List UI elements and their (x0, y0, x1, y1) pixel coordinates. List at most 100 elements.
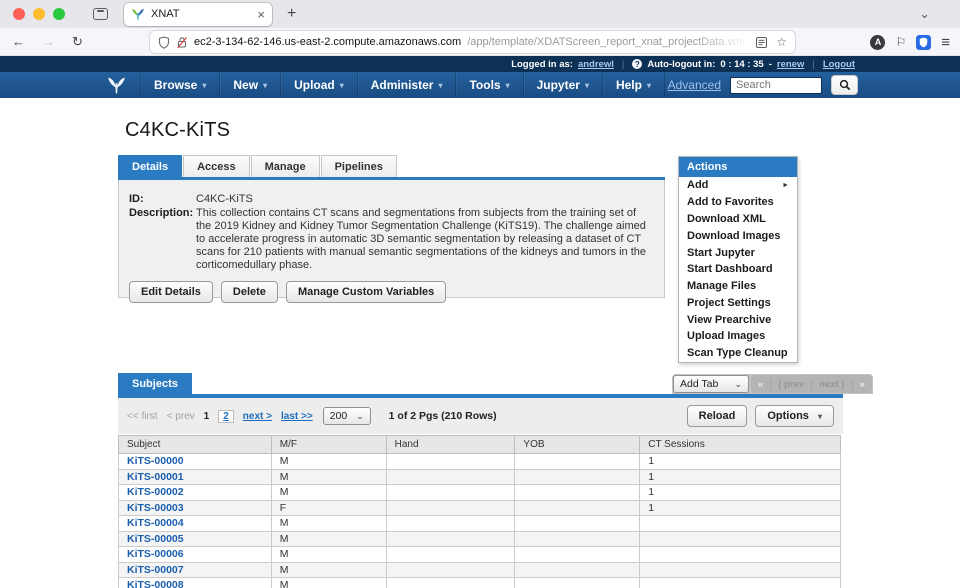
bitwarden-shield-icon[interactable] (916, 35, 931, 50)
action-manage-files[interactable]: Manage Files (679, 278, 797, 295)
edit-details-button[interactable]: Edit Details (129, 281, 213, 303)
minimize-window-icon[interactable] (33, 8, 45, 20)
caret-down-icon: ▾ (263, 81, 267, 90)
tab-pager-last[interactable]: » (853, 379, 872, 390)
menu-upload[interactable]: Upload▾ (281, 72, 358, 98)
insecure-lock-icon[interactable] (176, 36, 188, 49)
menu-jupyter[interactable]: Jupyter▾ (524, 72, 603, 98)
add-tab-select[interactable]: Add Tab ⌄ (673, 375, 749, 393)
table-row: KiTS-00000 M 1 (119, 454, 841, 470)
table-row: KiTS-00008 M (119, 578, 841, 588)
tab-details[interactable]: Details (118, 155, 182, 177)
action-add-to-favorites[interactable]: Add to Favorites (679, 194, 797, 211)
table-row: KiTS-00005 M (119, 531, 841, 547)
col-yob[interactable]: YOB (515, 436, 640, 454)
divider: | (812, 59, 814, 70)
caret-down-icon: ▾ (202, 81, 206, 90)
renew-link[interactable]: renew (777, 59, 804, 70)
new-tab-icon[interactable]: + (287, 5, 296, 23)
action-start-dashboard[interactable]: Start Dashboard (679, 261, 797, 278)
logout-link[interactable]: Logout (823, 59, 855, 70)
menu-tools[interactable]: Tools▾ (456, 72, 523, 98)
pager-page-2[interactable]: 2 (223, 411, 229, 422)
tab-pager-prev: ( prev (771, 379, 812, 390)
pager-next[interactable]: next > (243, 411, 272, 422)
subject-link[interactable]: KiTS-00008 (127, 579, 184, 588)
page-reload-icon[interactable]: ↻ (72, 34, 83, 50)
action-scan-type-cleanup[interactable]: Scan Type Cleanup (679, 345, 797, 362)
action-add[interactable]: Add ► (679, 177, 797, 194)
maximize-window-icon[interactable] (53, 8, 65, 20)
subject-link[interactable]: KiTS-00001 (127, 471, 184, 483)
tab-access[interactable]: Access (183, 155, 250, 177)
close-tab-icon[interactable]: × (257, 8, 265, 21)
table-row: KiTS-00006 M (119, 547, 841, 563)
help-question-icon[interactable]: ? (632, 59, 642, 69)
tab-manage[interactable]: Manage (251, 155, 320, 177)
project-tabs: Details Access Manage Pipelines (118, 155, 398, 177)
login-status-bar: Logged in as: andrewl | ? Auto-logout in… (0, 56, 960, 72)
col-mf[interactable]: M/F (271, 436, 386, 454)
extension-a-icon[interactable]: A (870, 35, 885, 50)
bookmark-star-icon[interactable]: ☆ (776, 35, 787, 49)
tab-pipelines[interactable]: Pipelines (321, 155, 397, 177)
tab-pager-first[interactable]: « (751, 379, 771, 390)
tab-overview-icon[interactable] (93, 8, 108, 20)
menu-hamburger-icon[interactable]: ≡ (941, 34, 950, 51)
subject-link[interactable]: KiTS-00006 (127, 548, 184, 560)
delete-button[interactable]: Delete (221, 281, 278, 303)
xnat-logo-icon[interactable] (106, 75, 127, 95)
subject-link[interactable]: KiTS-00000 (127, 455, 184, 467)
search-input[interactable] (730, 77, 822, 94)
subject-link[interactable]: KiTS-00007 (127, 564, 184, 576)
caret-down-icon: ▾ (438, 81, 442, 90)
search-button[interactable] (831, 75, 858, 95)
back-icon[interactable]: ← (12, 34, 25, 50)
username-link[interactable]: andrewl (578, 59, 614, 70)
browser-tab[interactable]: XNAT × (124, 3, 272, 26)
subject-link[interactable]: KiTS-00002 (127, 486, 184, 498)
pagination-summary: 1 of 2 Pgs (210 Rows) (389, 410, 497, 422)
col-ct-sessions[interactable]: CT Sessions (640, 436, 841, 454)
subject-link[interactable]: KiTS-00005 (127, 533, 184, 545)
description-value: This collection contains CT scans and se… (196, 207, 648, 272)
id-value: C4KC-KiTS (196, 193, 253, 205)
menu-new[interactable]: New▾ (220, 72, 281, 98)
address-bar[interactable]: ec2-3-134-62-146.us-east-2.compute.amazo… (150, 31, 795, 53)
browser-tab-bar: XNAT × + ⌄ (0, 0, 960, 28)
pager-last[interactable]: last >> (281, 411, 313, 422)
search-icon (839, 79, 851, 91)
close-window-icon[interactable] (13, 8, 25, 20)
extension-flag-icon[interactable]: ⚐ (895, 35, 906, 49)
chevron-down-icon: ⌄ (734, 379, 742, 390)
tracking-shield-icon[interactable] (158, 36, 170, 49)
action-view-prearchive[interactable]: View Prearchive (679, 311, 797, 328)
tab-subjects[interactable]: Subjects (118, 373, 192, 394)
action-start-jupyter[interactable]: Start Jupyter (679, 244, 797, 261)
subject-link[interactable]: KiTS-00004 (127, 517, 184, 529)
action-download-xml[interactable]: Download XML (679, 211, 797, 228)
tab-controls: Add Tab ⌄ « ( prev next ) » (672, 374, 873, 394)
caret-down-icon: ▾ (340, 81, 344, 90)
options-button[interactable]: Options ▾ (755, 405, 834, 427)
menu-help[interactable]: Help▾ (603, 72, 665, 98)
tab-list-chevron-icon[interactable]: ⌄ (919, 6, 930, 22)
reader-view-icon[interactable] (756, 37, 767, 48)
col-hand[interactable]: Hand (386, 436, 515, 454)
window-controls[interactable] (13, 8, 65, 20)
caret-down-icon: ▾ (506, 81, 510, 90)
action-download-images[interactable]: Download Images (679, 227, 797, 244)
reload-button[interactable]: Reload (687, 405, 748, 427)
action-project-settings[interactable]: Project Settings (679, 294, 797, 311)
dash: - (769, 59, 772, 70)
menu-administer[interactable]: Administer▾ (358, 72, 457, 98)
subject-link[interactable]: KiTS-00003 (127, 502, 184, 514)
menu-browse[interactable]: Browse▾ (140, 72, 220, 98)
manage-custom-variables-button[interactable]: Manage Custom Variables (286, 281, 446, 303)
pager-prev: < prev (167, 411, 195, 422)
advanced-search-link[interactable]: Advanced (668, 78, 721, 92)
action-upload-images[interactable]: Upload Images (679, 328, 797, 345)
page-size-select[interactable]: 200 ⌄ (323, 407, 371, 425)
col-subject[interactable]: Subject (119, 436, 272, 454)
subjects-table: Subject M/F Hand YOB CT Sessions KiTS-00… (118, 435, 843, 588)
